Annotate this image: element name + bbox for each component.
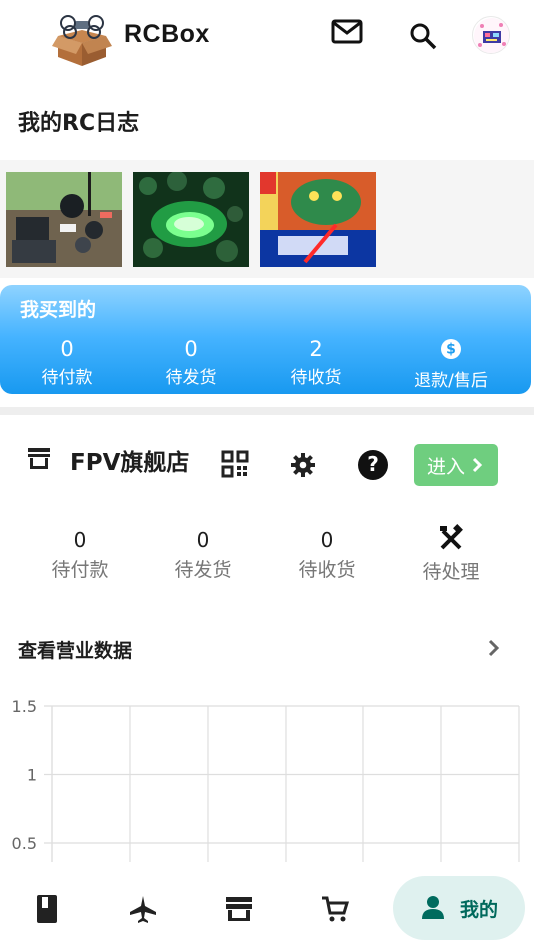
top-header: RCBox	[0, 0, 534, 78]
app-title: RCBox	[124, 20, 210, 48]
business-chart-svg: 1.5 1 0.5	[12, 697, 520, 865]
store-pending-payment[interactable]: 0 待付款	[30, 528, 130, 582]
nav-store[interactable]	[220, 890, 258, 928]
rc-log-title: 我的RC日志	[18, 111, 140, 136]
tools-icon	[440, 524, 463, 550]
bottom-navigation: 我的	[0, 862, 534, 950]
rc-log-thumbnail[interactable]	[6, 172, 122, 267]
dollar-circle-icon: $	[441, 339, 461, 359]
airplane-icon	[130, 896, 156, 923]
book-icon	[37, 895, 57, 923]
purchase-count: 0	[60, 337, 74, 361]
nav-cart[interactable]	[316, 890, 354, 928]
rc-log-strip	[0, 160, 534, 278]
search-button[interactable]	[405, 18, 441, 54]
gear-icon	[291, 453, 315, 477]
purchase-label: 退款/售后	[414, 371, 488, 391]
purchase-count: 2	[309, 337, 323, 361]
chevron-right-icon	[485, 638, 503, 662]
store-order-label: 待处理	[422, 561, 480, 583]
nav-profile-label: 我的	[459, 898, 498, 921]
purchase-label: 待收货	[290, 368, 342, 388]
purchases-refund-after-sales[interactable]: $ 退款/售后	[401, 337, 501, 391]
store-icon	[25, 444, 53, 476]
store-order-count: 0	[196, 528, 210, 552]
chevron-right-icon	[472, 457, 483, 473]
store-name: FPV旗舰店	[70, 450, 190, 476]
business-data-row[interactable]: 查看营业数据	[0, 628, 534, 668]
rc-log-thumbnail[interactable]	[133, 172, 249, 267]
chart-y-tick-label: 0.5	[12, 834, 37, 853]
help-icon: ?	[358, 450, 388, 480]
chart-y-tick-label: 1	[27, 766, 37, 785]
business-data-label: 查看营业数据	[18, 640, 133, 662]
avatar[interactable]	[472, 16, 510, 54]
nav-flights[interactable]	[124, 890, 162, 928]
person-icon	[421, 896, 444, 919]
store-order-label: 待发货	[174, 559, 232, 581]
chart-y-tick-label: 1.5	[12, 697, 37, 716]
store-order-label: 待收货	[298, 559, 356, 581]
store-order-count: 0	[320, 528, 334, 552]
profile-page: RCBox 我的RC日志 我买到的 0 待付款 0 待发货 2 待收货 $ 退款…	[0, 0, 534, 950]
mail-button[interactable]	[329, 14, 365, 50]
rc-log-thumbnail[interactable]	[260, 172, 376, 267]
purchases-card: 我买到的 0 待付款 0 待发货 2 待收货 $ 退款/售后	[0, 285, 531, 394]
store-settings-button[interactable]	[289, 451, 317, 483]
svg-text:$: $	[446, 342, 456, 358]
store-pending-action[interactable]: 待处理	[401, 524, 501, 584]
help-button[interactable]: ?	[357, 449, 389, 485]
store-pending-receipt[interactable]: 0 待收货	[277, 528, 377, 582]
store-order-label: 待付款	[51, 559, 109, 581]
svg-text:?: ?	[367, 452, 379, 476]
purchases-pending-shipment[interactable]: 0 待发货	[141, 337, 241, 388]
cart-icon	[322, 896, 350, 922]
drone-box-logo	[50, 12, 114, 68]
section-divider	[0, 407, 534, 415]
purchases-pending-receipt[interactable]: 2 待收货	[266, 337, 366, 388]
nav-profile-active[interactable]: 我的	[393, 876, 525, 940]
nav-journal[interactable]	[28, 890, 66, 928]
store-order-count: 0	[73, 528, 87, 552]
qr-code-icon	[221, 450, 249, 478]
qr-code-button[interactable]	[221, 450, 249, 482]
store-pending-shipment[interactable]: 0 待发货	[153, 528, 253, 582]
search-icon	[410, 23, 437, 50]
store-icon	[226, 897, 252, 921]
mail-icon	[331, 19, 363, 44]
purchases-pending-payment[interactable]: 0 待付款	[17, 337, 117, 388]
enter-store-label: 进入	[426, 455, 465, 478]
purchase-count: 0	[184, 337, 198, 361]
purchases-title: 我买到的	[20, 299, 97, 321]
purchase-label: 待发货	[165, 368, 217, 388]
purchase-label: 待付款	[41, 368, 93, 388]
business-chart: 1.5 1 0.5	[0, 690, 534, 865]
enter-store-button[interactable]: 进入	[414, 444, 498, 486]
